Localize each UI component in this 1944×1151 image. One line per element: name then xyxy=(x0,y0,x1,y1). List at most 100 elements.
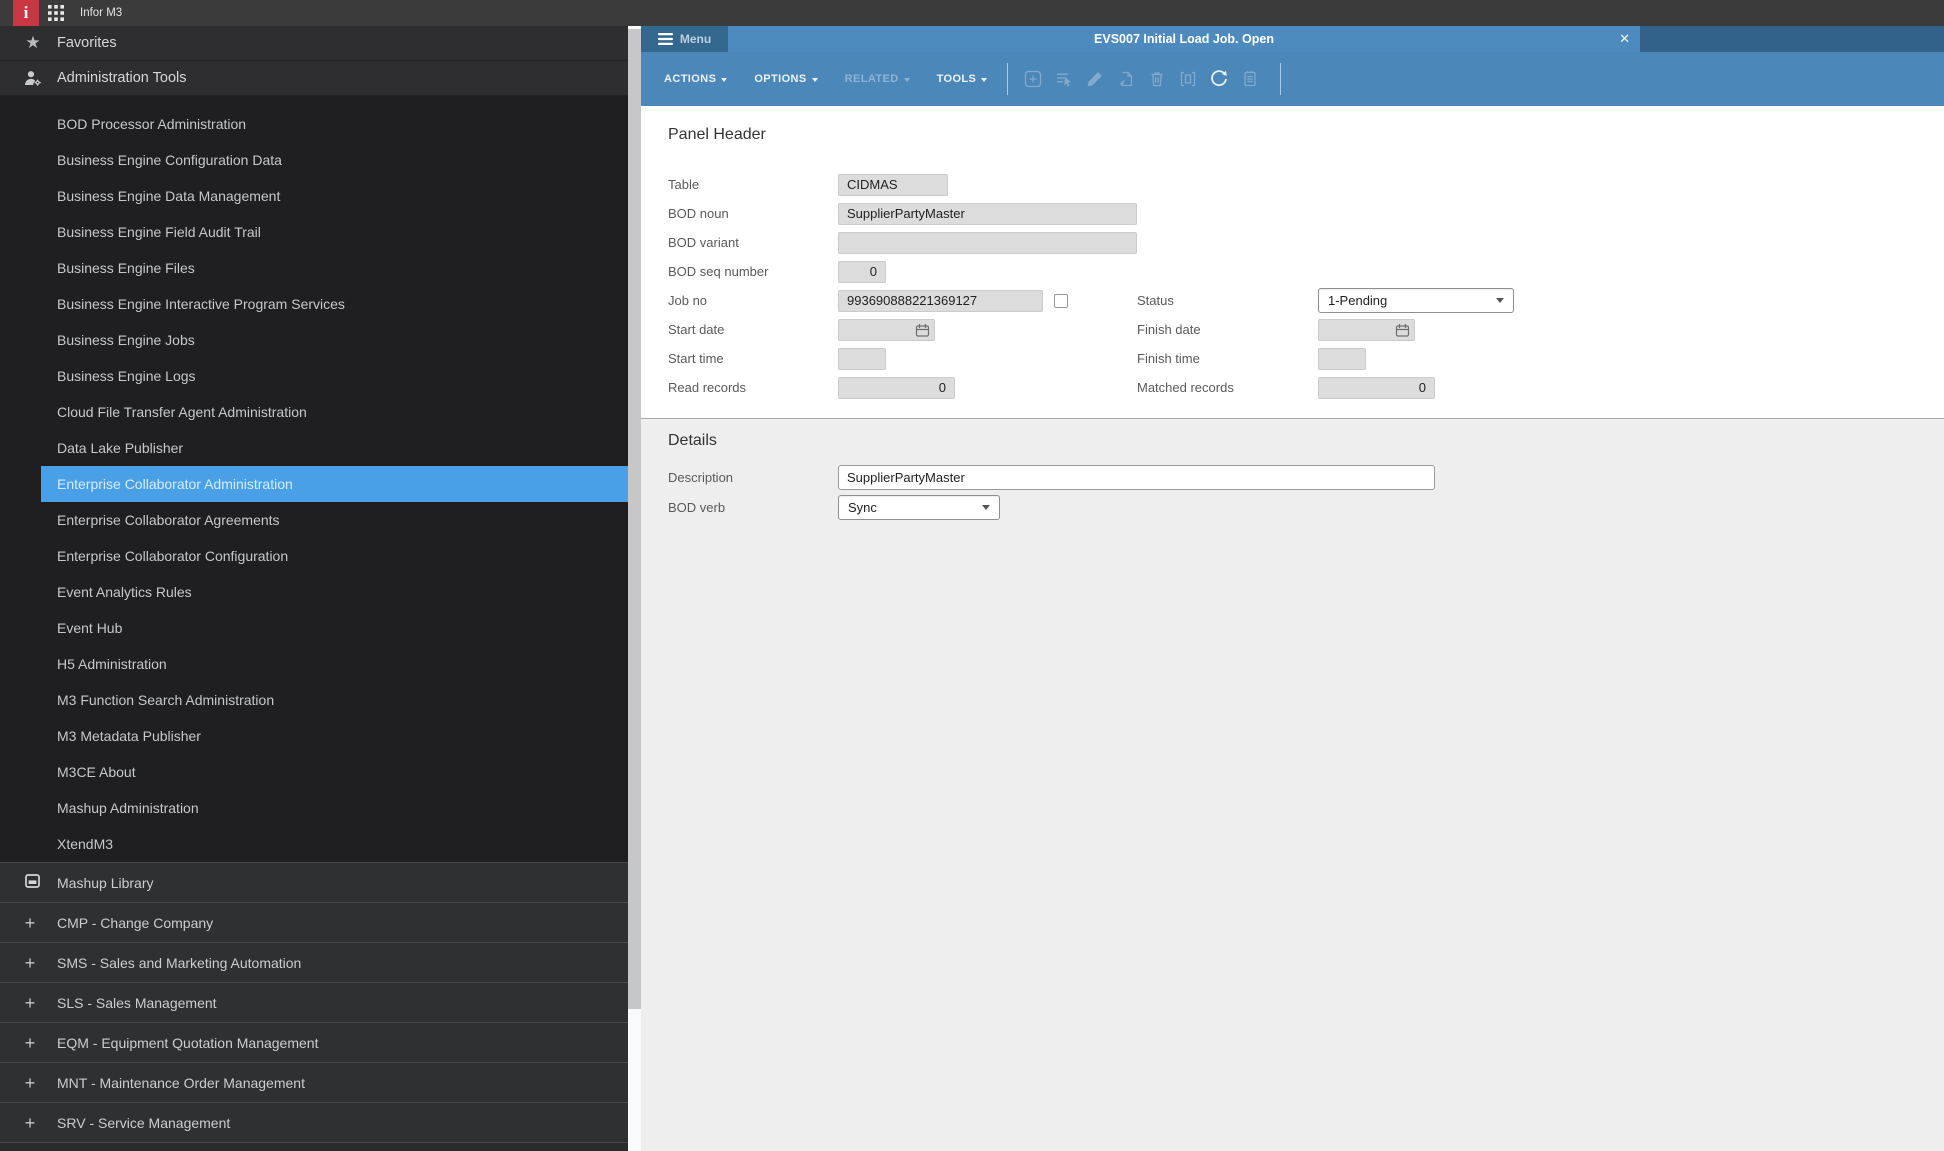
sidebar-item[interactable]: BOD Processor Administration xyxy=(41,106,628,142)
plus-icon: + xyxy=(24,912,36,933)
sidebar-item[interactable]: Enterprise Collaborator Administration xyxy=(41,466,628,502)
sidebar-item-label: Business Engine Field Audit Trail xyxy=(57,224,261,240)
select-rows-icon[interactable] xyxy=(1054,69,1074,89)
sidebar-item[interactable]: Business Engine Data Management xyxy=(41,178,628,214)
toolbar-menu[interactable]: RELATED xyxy=(845,73,910,85)
field-label: Finish date xyxy=(1137,322,1201,337)
sidebar-section-label: CMP - Change Company xyxy=(57,914,214,931)
refresh-icon[interactable] xyxy=(1209,69,1229,89)
sidebar-item[interactable]: Mashup Administration xyxy=(41,790,628,826)
edit-icon[interactable] xyxy=(1085,69,1105,89)
sidebar-section-row[interactable]: + SRV - Service Management xyxy=(0,1102,628,1142)
sidebar-item-label: Event Hub xyxy=(57,620,123,636)
field-label: Status xyxy=(1137,293,1174,308)
sidebar-item[interactable]: M3 Function Search Administration xyxy=(41,682,628,718)
infor-logo-icon[interactable]: i xyxy=(13,0,39,26)
window-tab[interactable]: EVS007 Initial Load Job. Open ✕ xyxy=(728,26,1640,52)
field-label: BOD noun xyxy=(668,206,729,221)
plus-icon: + xyxy=(24,952,36,973)
sidebar-item[interactable]: Business Engine Field Audit Trail xyxy=(41,214,628,250)
toolbar-menu[interactable]: ACTIONS xyxy=(664,73,728,85)
notes-icon[interactable] xyxy=(1240,69,1260,89)
sidebar-item[interactable]: Enterprise Collaborator Configuration xyxy=(41,538,628,574)
star-icon: ★ xyxy=(25,33,41,52)
scrollbar-thumb[interactable] xyxy=(628,29,641,1009)
sidebar-item-favorites[interactable]: ★ Favorites xyxy=(0,26,628,61)
bod-verb-select[interactable]: Sync xyxy=(838,494,1000,520)
sidebar-sections: + Mashup Library + CMP - Change Company xyxy=(0,862,628,1142)
sidebar-item[interactable]: Business Engine Logs xyxy=(41,358,628,394)
toolbar-menu[interactable]: OPTIONS xyxy=(754,73,818,85)
sidebar-item[interactable]: H5 Administration xyxy=(41,646,628,682)
bod-variant-input xyxy=(838,231,1137,254)
chevron-down-icon xyxy=(721,77,728,82)
hamburger-icon xyxy=(657,33,673,45)
field-label: Read records xyxy=(668,380,747,395)
finish-time-input xyxy=(1318,347,1366,370)
sidebar-item-label: Business Engine Configuration Data xyxy=(57,152,282,168)
sidebar-item-label: Cloud File Transfer Agent Administration xyxy=(57,404,307,420)
sidebar-item-label: Business Engine Interactive Program Serv… xyxy=(57,296,345,312)
toolbar-divider xyxy=(1007,63,1009,95)
sidebar-item[interactable]: Cloud File Transfer Agent Administration xyxy=(41,394,628,430)
sidebar-item[interactable]: Business Engine Interactive Program Serv… xyxy=(41,286,628,322)
sidebar-item[interactable]: Event Hub xyxy=(41,610,628,646)
sidebar-nav-list: BOD Processor Administration Business En… xyxy=(0,96,628,862)
plus-icon: + xyxy=(24,1112,36,1133)
sidebar-item[interactable]: XtendM3 xyxy=(41,826,628,862)
delete-icon[interactable] xyxy=(1147,69,1167,89)
toolbar-menu[interactable]: TOOLS xyxy=(937,73,988,85)
sidebar-section-partial xyxy=(0,1142,628,1151)
copy-icon[interactable] xyxy=(1116,69,1136,89)
sidebar-item-label: M3 Metadata Publisher xyxy=(57,728,201,744)
description-input[interactable] xyxy=(838,464,1435,490)
sidebar-item[interactable]: Enterprise Collaborator Agreements xyxy=(41,502,628,538)
sidebar-section-row[interactable]: + EQM - Equipment Quotation Management xyxy=(0,1022,628,1062)
status-select[interactable]: 1-Pending xyxy=(1318,288,1514,313)
menu-button[interactable]: Menu xyxy=(641,26,728,52)
sidebar-item[interactable]: M3 Metadata Publisher xyxy=(41,718,628,754)
toolbar-menu-label: OPTIONS xyxy=(754,73,807,85)
chevron-down-icon xyxy=(981,77,988,82)
toolbar: ACTIONS OPTIONS RELATED TOOLS xyxy=(641,52,1944,106)
sidebar-item[interactable]: Data Lake Publisher xyxy=(41,430,628,466)
field-row-records: Read records Matched records xyxy=(641,373,1944,402)
window-title: EVS007 Initial Load Job. Open xyxy=(1094,32,1274,46)
sidebar-section-row[interactable]: + MNT - Maintenance Order Management xyxy=(0,1062,628,1102)
sidebar-item-administration-tools[interactable]: Administration Tools xyxy=(0,61,628,96)
create-icon[interactable] xyxy=(1023,69,1043,89)
sidebar-section-row[interactable]: + CMP - Change Company xyxy=(0,902,628,942)
field-row-job-no: Job no Status 1-Pending xyxy=(641,286,1944,315)
display-icon[interactable] xyxy=(1178,69,1198,89)
field-row-times: Start time Finish time xyxy=(641,344,1944,373)
plus-icon: + xyxy=(24,992,36,1013)
field-label: Start date xyxy=(668,322,725,337)
admin-tools-icon xyxy=(16,70,50,87)
toolbar-menu-label: TOOLS xyxy=(936,73,977,85)
sidebar: ★ Favorites Administration Tools BOD Pro… xyxy=(0,26,628,1151)
sidebar-section-label: MNT - Maintenance Order Management xyxy=(57,1074,305,1091)
sidebar-section-label: SMS - Sales and Marketing Automation xyxy=(57,954,302,971)
sidebar-section-row[interactable]: + SLS - Sales Management xyxy=(0,982,628,1022)
sidebar-section-label: SLS - Sales Management xyxy=(57,994,217,1011)
sidebar-item[interactable]: Business Engine Jobs xyxy=(41,322,628,358)
sidebar-section-row[interactable]: + Mashup Library xyxy=(0,862,628,902)
sidebar-item-label: Business Engine Files xyxy=(57,260,195,276)
sidebar-item[interactable]: Business Engine Configuration Data xyxy=(41,142,628,178)
sidebar-section-row[interactable]: + SMS - Sales and Marketing Automation xyxy=(0,942,628,982)
app-launcher-grid-icon[interactable] xyxy=(48,5,64,21)
sidebar-item[interactable]: Event Analytics Rules xyxy=(41,574,628,610)
sidebar-item[interactable]: M3CE About xyxy=(41,754,628,790)
sidebar-item[interactable]: Business Engine Files xyxy=(41,250,628,286)
calendar-icon xyxy=(1395,323,1410,337)
field-label: BOD seq number xyxy=(668,264,769,279)
close-icon[interactable]: ✕ xyxy=(1619,26,1630,52)
panel-header-section: Panel Header Table BOD noun BOD variant xyxy=(641,106,1944,418)
field-row-bod-noun: BOD noun xyxy=(641,199,1944,228)
sidebar-scrollbar[interactable] xyxy=(628,26,641,1151)
plus-icon: + xyxy=(24,1072,36,1093)
field-row-dates: Start date Finish date xyxy=(641,315,1944,344)
status-select-value: 1-Pending xyxy=(1328,293,1388,308)
toolbar-menu-label: ACTIONS xyxy=(664,73,717,85)
job-no-checkbox[interactable] xyxy=(1054,293,1068,308)
